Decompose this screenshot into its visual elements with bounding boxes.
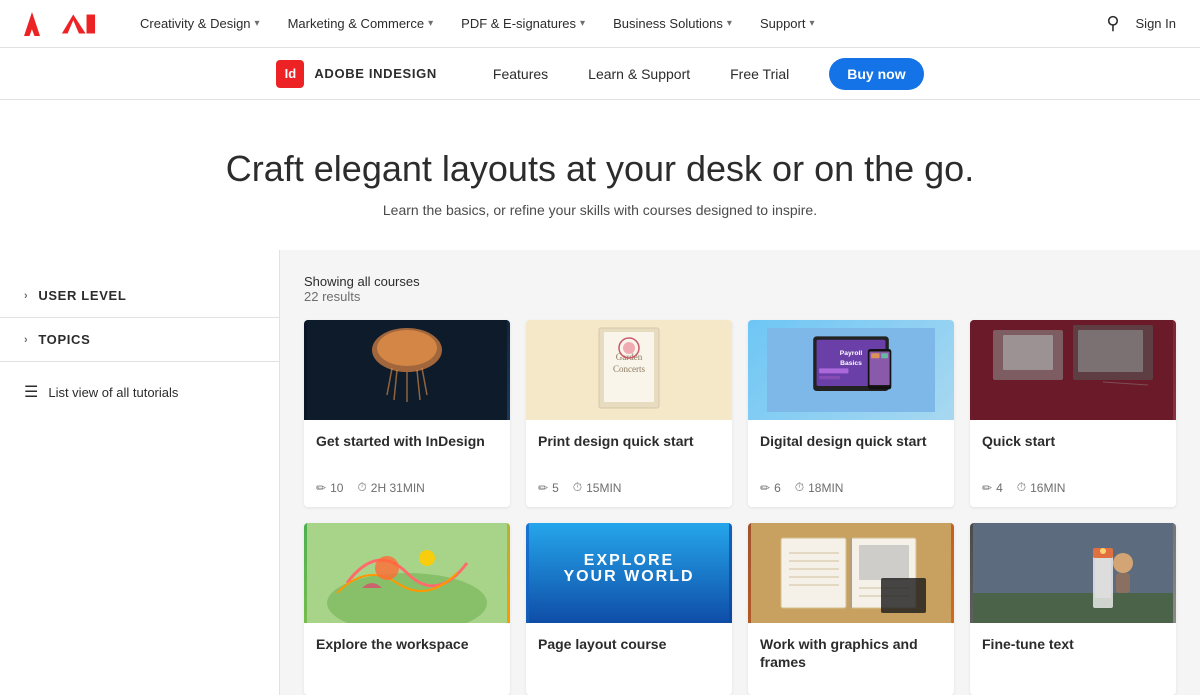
pencil-icon: ✏ (982, 481, 992, 495)
list-icon: ☰ (24, 382, 38, 402)
buy-now-button[interactable]: Buy now (829, 58, 923, 90)
hero-title: Craft elegant layouts at your desk or on… (24, 148, 1176, 190)
duration: ⏱ 16MIN (1017, 480, 1066, 495)
course-info: Explore the workspace (304, 623, 510, 695)
course-thumbnail: Garden Concerts (526, 320, 732, 420)
course-meta: ✏ 4 ⏱ 16MIN (982, 480, 1164, 495)
nav-business-solutions[interactable]: Business Solutions ▾ (601, 0, 744, 48)
course-title: Digital design quick start (760, 432, 942, 468)
header-actions: ⚲ Sign In (1106, 13, 1176, 34)
product-name: ADOBE INDESIGN (314, 66, 437, 81)
results-showing: Showing all courses (304, 274, 1176, 289)
lesson-count: ✏ 10 (316, 481, 343, 495)
svg-text:EXPLORE: EXPLORE (584, 552, 674, 569)
course-thumbnail: Payroll Basics (748, 320, 954, 420)
chevron-right-icon: › (24, 334, 28, 346)
chevron-down-icon: ▾ (727, 18, 732, 29)
list-view-link[interactable]: ☰ List view of all tutorials (0, 362, 279, 422)
results-info: Showing all courses 22 results (304, 274, 1176, 304)
svg-text:Basics: Basics (840, 360, 862, 367)
chevron-down-icon: ▾ (580, 18, 585, 29)
course-info: Get started with InDesign ✏ 10 ⏱ 2H 31MI… (304, 420, 510, 507)
course-info: Fine-tune text (970, 623, 1176, 695)
main-layout: › USER LEVEL › TOPICS ☰ List view of all… (0, 250, 1200, 695)
subnav-learn-support[interactable]: Learn & Support (588, 66, 690, 82)
pencil-icon: ✏ (760, 481, 770, 495)
course-title: Fine-tune text (982, 635, 1164, 671)
nav-marketing-commerce[interactable]: Marketing & Commerce ▾ (276, 0, 446, 48)
course-title: Quick start (982, 432, 1164, 468)
course-info: Quick start ✏ 4 ⏱ 16MIN (970, 420, 1176, 507)
clock-icon: ⏱ (1017, 480, 1026, 495)
course-card[interactable]: Garden Concerts Print design quick start… (526, 320, 732, 507)
indesign-icon: Id (276, 60, 304, 88)
course-thumbnail: EXPLORE YOUR WORLD (526, 523, 732, 623)
results-count: 22 results (304, 289, 1176, 304)
course-thumbnail (970, 523, 1176, 623)
main-nav: Creativity & Design ▾ Marketing & Commer… (128, 0, 1106, 48)
subnav-free-trial[interactable]: Free Trial (730, 66, 789, 82)
lesson-count: ✏ 6 (760, 481, 781, 495)
course-info: Digital design quick start ✏ 6 ⏱ 18MIN (748, 420, 954, 507)
chevron-down-icon: ▾ (428, 18, 433, 29)
sign-in-link[interactable]: Sign In (1136, 16, 1176, 31)
course-card[interactable]: EXPLORE YOUR WORLD Page layout course (526, 523, 732, 695)
duration: ⏱ 18MIN (795, 480, 844, 495)
course-card[interactable]: Quick start ✏ 4 ⏱ 16MIN (970, 320, 1176, 507)
nav-creativity-design[interactable]: Creativity & Design ▾ (128, 0, 272, 48)
svg-text:Concerts: Concerts (613, 364, 645, 374)
hero-subtitle: Learn the basics, or refine your skills … (24, 202, 1176, 218)
nav-pdf-esignatures[interactable]: PDF & E-signatures ▾ (449, 0, 597, 48)
adobe-logo[interactable] (24, 12, 96, 36)
course-thumbnail (970, 320, 1176, 420)
user-level-filter[interactable]: › USER LEVEL (0, 274, 279, 318)
course-thumbnail (304, 320, 510, 420)
sidebar: › USER LEVEL › TOPICS ☰ List view of all… (0, 250, 280, 695)
topics-filter[interactable]: › TOPICS (0, 318, 279, 362)
course-title: Page layout course (538, 635, 720, 671)
course-thumbnail (748, 523, 954, 623)
course-card[interactable]: Payroll Basics Digital design quick star… (748, 320, 954, 507)
course-title: Explore the workspace (316, 635, 498, 671)
course-grid: Get started with InDesign ✏ 10 ⏱ 2H 31MI… (304, 320, 1176, 695)
clock-icon: ⏱ (795, 480, 804, 495)
course-card[interactable]: Explore the workspace (304, 523, 510, 695)
chevron-down-icon: ▾ (809, 18, 814, 29)
lesson-count: ✏ 5 (538, 481, 559, 495)
duration: ⏱ 15MIN (573, 480, 622, 495)
svg-text:YOUR WORLD: YOUR WORLD (563, 568, 694, 585)
hero-section: Craft elegant layouts at your desk or on… (0, 100, 1200, 250)
header: Creativity & Design ▾ Marketing & Commer… (0, 0, 1200, 48)
clock-icon: ⏱ (357, 480, 366, 495)
subnav-features[interactable]: Features (493, 66, 548, 82)
course-card[interactable]: Get started with InDesign ✏ 10 ⏱ 2H 31MI… (304, 320, 510, 507)
course-meta: ✏ 6 ⏱ 18MIN (760, 480, 942, 495)
course-title: Print design quick start (538, 432, 720, 468)
pencil-icon: ✏ (316, 481, 326, 495)
clock-icon: ⏱ (573, 480, 582, 495)
course-info: Work with graphics and frames (748, 623, 954, 695)
course-card[interactable]: Work with graphics and frames (748, 523, 954, 695)
chevron-right-icon: › (24, 290, 28, 302)
course-title: Work with graphics and frames (760, 635, 942, 671)
course-thumbnail (304, 523, 510, 623)
course-meta: ✏ 10 ⏱ 2H 31MIN (316, 480, 498, 495)
chevron-down-icon: ▾ (255, 18, 260, 29)
course-info: Print design quick start ✏ 5 ⏱ 15MIN (526, 420, 732, 507)
course-card[interactable]: Fine-tune text (970, 523, 1176, 695)
pencil-icon: ✏ (538, 481, 548, 495)
content-area: Showing all courses 22 results (280, 250, 1200, 695)
svg-text:Payroll: Payroll (840, 350, 863, 357)
nav-support[interactable]: Support ▾ (748, 0, 827, 48)
course-info: Page layout course (526, 623, 732, 695)
product-subnav: Id ADOBE INDESIGN Features Learn & Suppo… (0, 48, 1200, 100)
duration: ⏱ 2H 31MIN (357, 480, 424, 495)
course-meta: ✏ 5 ⏱ 15MIN (538, 480, 720, 495)
search-icon[interactable]: ⚲ (1106, 13, 1119, 34)
product-brand: Id ADOBE INDESIGN (276, 60, 437, 88)
lesson-count: ✏ 4 (982, 481, 1003, 495)
course-title: Get started with InDesign (316, 432, 498, 468)
